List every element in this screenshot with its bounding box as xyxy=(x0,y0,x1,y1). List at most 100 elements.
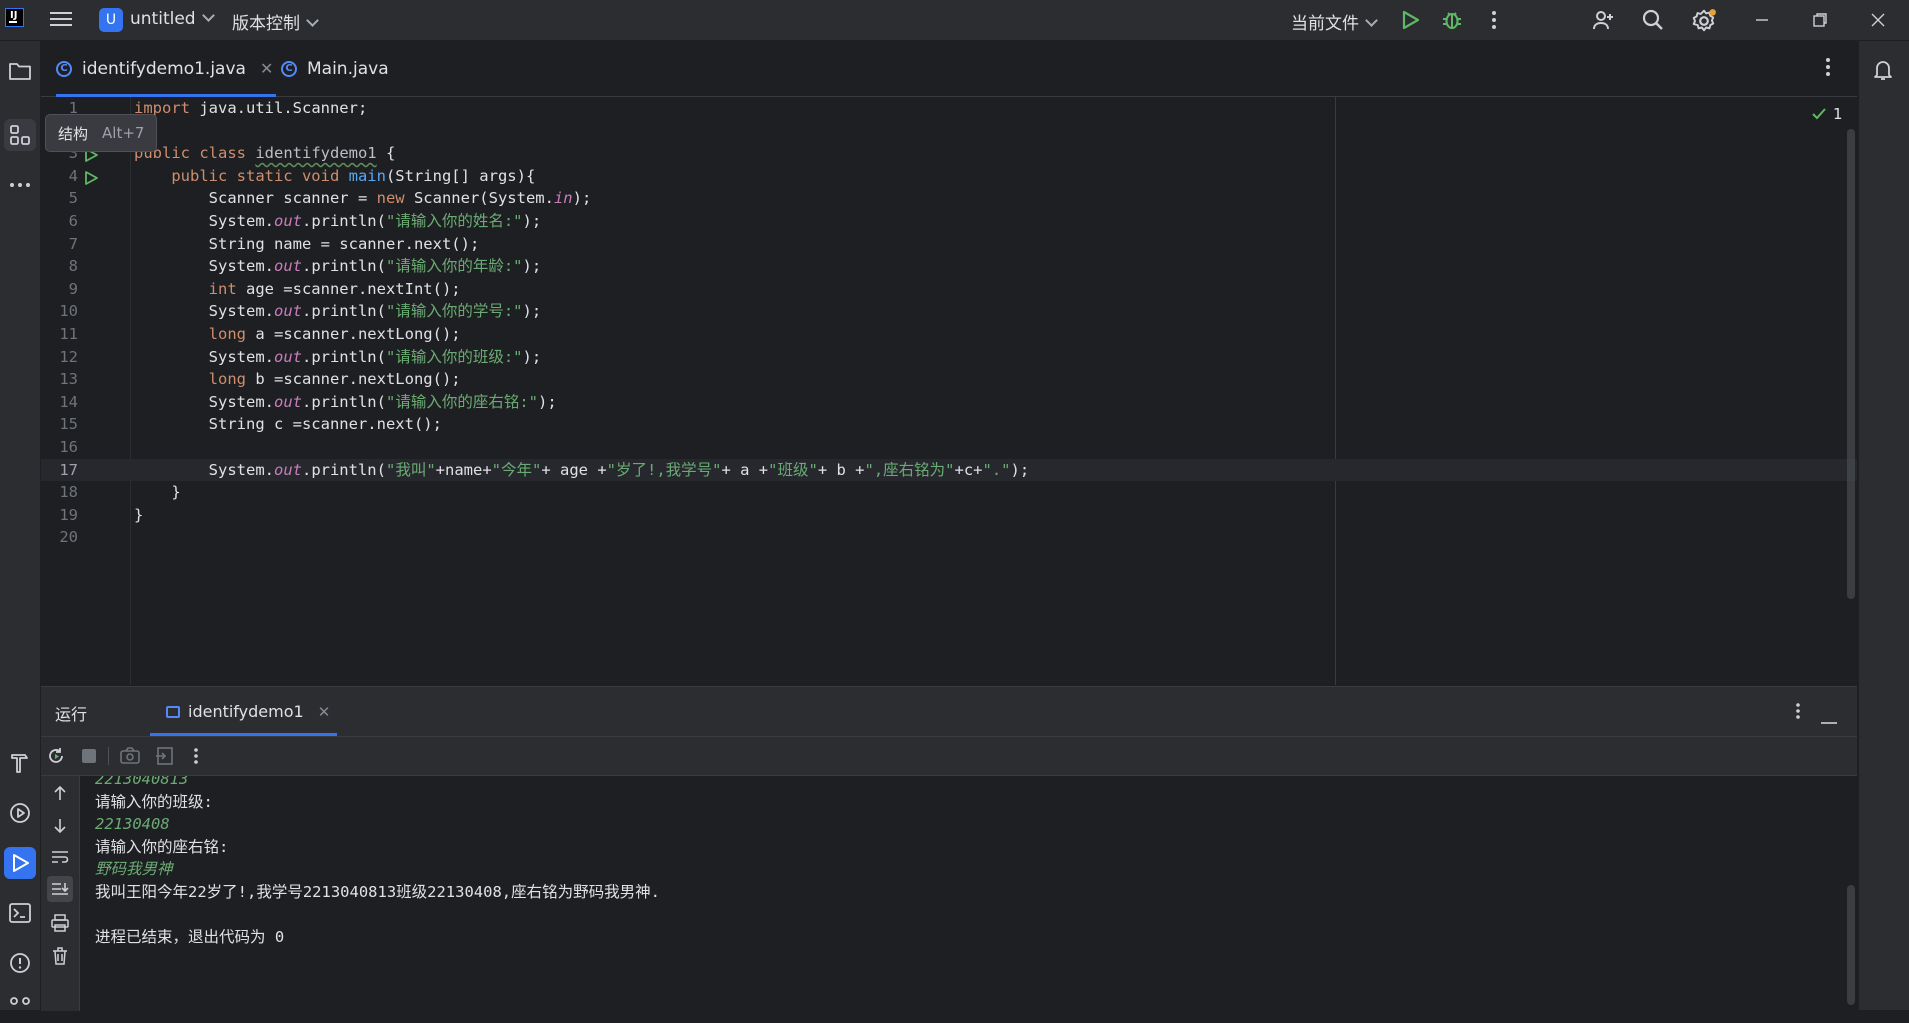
terminal-icon[interactable] xyxy=(4,897,36,929)
structure-icon[interactable] xyxy=(4,119,36,151)
inspection-widget[interactable]: 1 xyxy=(1811,105,1857,123)
code-token: + age + xyxy=(541,460,607,479)
code-line[interactable]: 2 xyxy=(41,120,1857,143)
more-vertical-icon[interactable] xyxy=(185,745,207,767)
rerun-icon[interactable] xyxy=(45,745,67,767)
line-number[interactable]: 17 xyxy=(41,459,78,482)
code-line[interactable]: 9 int age =scanner.nextInt(); xyxy=(41,278,1857,301)
tab-label: identifydemo1.java xyxy=(82,58,246,79)
code-line[interactable]: 10 System.out.println("请输入你的学号:"); xyxy=(41,300,1857,323)
code-line[interactable]: 6 System.out.println("请输入你的姓名:"); xyxy=(41,210,1857,233)
project-selector[interactable]: untitled xyxy=(130,9,215,29)
code-line[interactable]: 19} xyxy=(41,504,1857,527)
close-tab-icon[interactable]: ✕ xyxy=(260,59,273,78)
line-number[interactable]: 14 xyxy=(41,391,78,414)
code-line[interactable]: 15 String c =scanner.next(); xyxy=(41,413,1857,436)
exit-icon[interactable] xyxy=(153,745,175,767)
more-horizontal-icon[interactable] xyxy=(4,169,36,201)
code-token: + a + xyxy=(721,460,769,479)
minimize-icon[interactable] xyxy=(1733,0,1791,40)
code-line[interactable]: 17 System.out.println("我叫"+name+"今年"+ ag… xyxy=(41,458,1857,482)
code-line[interactable]: 1 import java.util.Scanner; xyxy=(41,97,1857,120)
code-line[interactable]: 14 System.out.println("请输入你的座右铭:"); xyxy=(41,391,1857,414)
editor-scrollbar[interactable] xyxy=(1847,129,1855,599)
tooltip-shortcut: Alt+7 xyxy=(102,124,145,142)
add-user-icon[interactable] xyxy=(1591,8,1615,32)
run-icon[interactable] xyxy=(1398,8,1422,32)
code-line[interactable]: 13 long b =scanner.nextLong(); xyxy=(41,368,1857,391)
settings-icon[interactable] xyxy=(1691,8,1716,32)
console-scrollbar[interactable] xyxy=(1847,885,1855,1005)
code-token: ",座右铭为" xyxy=(864,460,955,479)
scroll-to-end-icon[interactable] xyxy=(47,876,73,902)
code-text: String c =scanner.next(); xyxy=(134,413,442,436)
camera-icon[interactable] xyxy=(119,745,141,767)
code-line[interactable]: 5 Scanner scanner = new Scanner(System.i… xyxy=(41,187,1857,210)
notifications-bell-icon[interactable] xyxy=(1871,58,1895,86)
code-token: "请输入你的学号:" xyxy=(385,302,523,321)
trash-icon[interactable] xyxy=(47,943,73,969)
right-tool-stripe xyxy=(1858,41,1909,1010)
code-line[interactable]: 11 long a =scanner.nextLong(); xyxy=(41,323,1857,346)
code-line[interactable]: 4 public static void main(String[] args)… xyxy=(41,165,1857,188)
restore-icon[interactable] xyxy=(1791,0,1849,40)
line-number[interactable]: 18 xyxy=(41,481,78,504)
debug-icon[interactable] xyxy=(1440,8,1464,32)
line-number[interactable]: 4 xyxy=(41,165,78,188)
code-token: ); xyxy=(522,302,542,321)
run-tab-identifydemo1[interactable]: identifydemo1 ✕ xyxy=(126,687,337,736)
run-tab-label: identifydemo1 xyxy=(188,702,304,721)
line-number[interactable]: 9 xyxy=(41,278,78,301)
intellij-logo-icon[interactable]: IJ xyxy=(5,8,24,27)
code-line[interactable]: 8 System.out.println("请输入你的年龄:"); xyxy=(41,255,1857,278)
hide-panel-icon[interactable] xyxy=(1821,710,1837,729)
arrow-up-icon[interactable] xyxy=(47,780,73,806)
code-line[interactable]: 16 xyxy=(41,436,1857,459)
more-vertical-icon[interactable] xyxy=(1825,57,1831,81)
line-number[interactable]: 6 xyxy=(41,210,78,233)
hamburger-icon[interactable] xyxy=(50,9,72,29)
code-text: System.out.println("请输入你的姓名:"); xyxy=(134,210,542,233)
code-editor[interactable]: 1 import java.util.Scanner;23public class… xyxy=(41,97,1857,685)
line-number[interactable]: 20 xyxy=(41,526,78,549)
chevron-down-icon xyxy=(1365,14,1378,27)
line-number[interactable]: 8 xyxy=(41,255,78,278)
line-number[interactable]: 15 xyxy=(41,413,78,436)
code-line[interactable]: 7 String name = scanner.next(); xyxy=(41,233,1857,256)
run-tool-icon[interactable] xyxy=(4,847,36,879)
line-number[interactable]: 16 xyxy=(41,436,78,459)
code-line[interactable]: 3 public class identifydemo1 { xyxy=(41,142,1857,165)
run-panel-header: 运行 identifydemo1 ✕ xyxy=(41,687,1857,737)
code-line[interactable]: 12 System.out.println("请输入你的班级:"); xyxy=(41,346,1857,369)
close-tab-icon[interactable]: ✕ xyxy=(318,703,331,721)
build-hammer-icon[interactable] xyxy=(4,747,36,779)
tab-main[interactable]: C Main.java xyxy=(281,41,401,96)
line-number[interactable]: 13 xyxy=(41,368,78,391)
project-folder-icon[interactable] xyxy=(4,55,36,87)
line-number[interactable]: 10 xyxy=(41,300,78,323)
stop-icon[interactable] xyxy=(78,745,100,767)
more-vertical-icon[interactable] xyxy=(1482,8,1506,32)
line-number[interactable]: 5 xyxy=(41,187,78,210)
code-line[interactable]: 20 xyxy=(41,526,1857,549)
soft-wrap-icon[interactable] xyxy=(47,844,73,870)
more-vertical-icon[interactable] xyxy=(1795,702,1801,724)
code-line[interactable]: 18 } xyxy=(41,481,1857,504)
git-icon[interactable] xyxy=(4,991,36,1023)
line-number[interactable]: 12 xyxy=(41,346,78,369)
arrow-down-icon[interactable] xyxy=(47,813,73,839)
line-number[interactable]: 11 xyxy=(41,323,78,346)
close-icon[interactable] xyxy=(1849,0,1907,40)
project-badge[interactable]: U xyxy=(99,8,123,32)
line-number[interactable]: 19 xyxy=(41,504,78,527)
run-config-selector[interactable]: 当前文件 xyxy=(1291,9,1378,34)
code-token: int xyxy=(208,279,246,298)
console-output[interactable]: 2213040813 请输入你的班级: 22130408 请输入你的座右铭: 野码我男神… xyxy=(95,776,1835,1011)
line-number[interactable]: 7 xyxy=(41,233,78,256)
search-icon[interactable] xyxy=(1641,8,1665,32)
problems-icon[interactable] xyxy=(4,947,36,979)
services-icon[interactable] xyxy=(4,797,36,829)
vcs-menu[interactable]: 版本控制 xyxy=(232,9,319,34)
tab-identifydemo1[interactable]: C identifydemo1.java ✕ xyxy=(56,41,276,97)
print-icon[interactable] xyxy=(47,910,73,936)
